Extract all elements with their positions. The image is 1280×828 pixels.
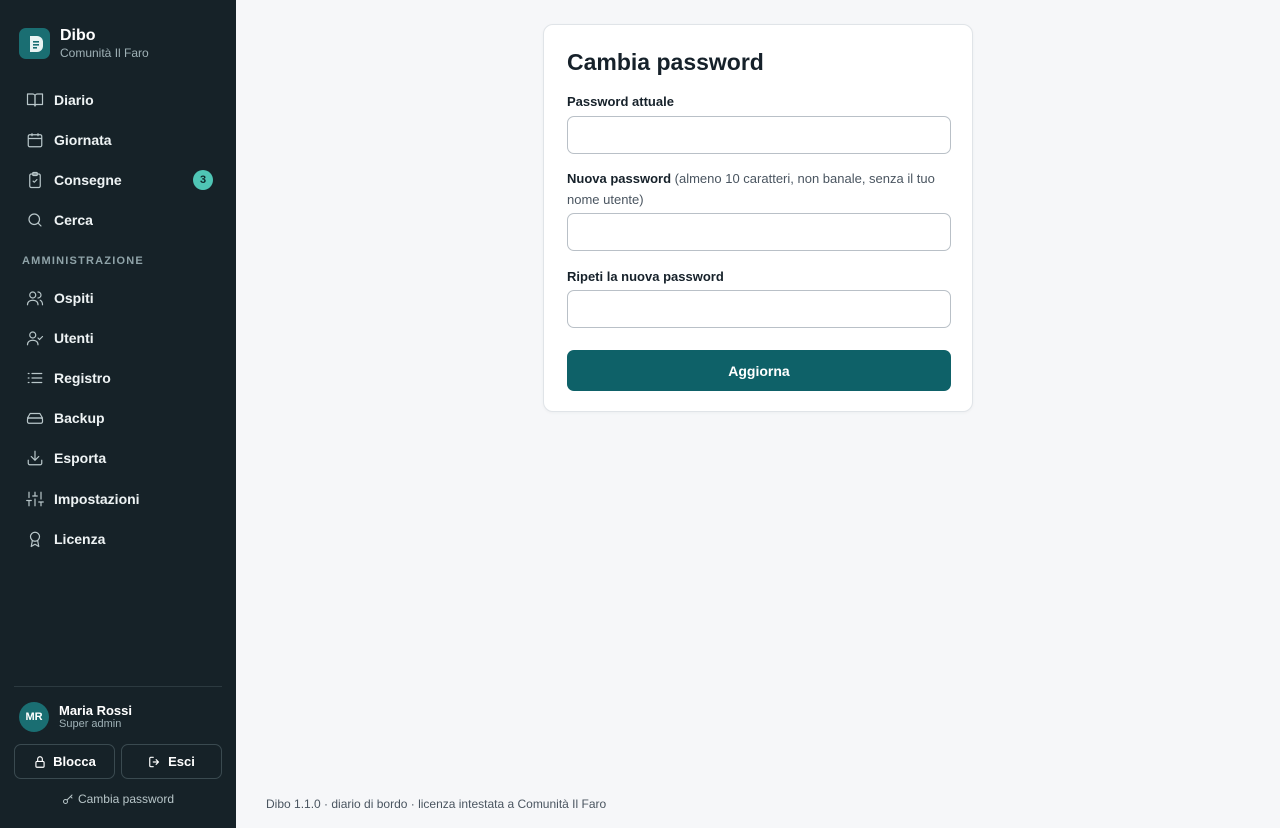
page-title: Cambia password xyxy=(567,49,764,75)
nav-item-ospiti[interactable]: Ospiti xyxy=(14,281,222,315)
footer-text: Dibo 1.1.0 · diario di bordo · licenza i… xyxy=(266,797,607,811)
nav-label: Utenti xyxy=(54,330,94,346)
download-icon xyxy=(25,448,45,468)
calendar-icon xyxy=(25,130,45,150)
nav-item-esporta[interactable]: Esporta xyxy=(14,441,222,475)
current-password-label: Password attuale xyxy=(567,91,952,112)
user-check-icon xyxy=(25,328,45,348)
current-password-field[interactable] xyxy=(567,116,951,154)
nav-label: Diario xyxy=(54,92,94,108)
new-password-label: Nuova password (almeno 10 caratteri, non… xyxy=(567,168,952,210)
search-icon xyxy=(25,210,45,230)
change-password-link[interactable]: Cambia password xyxy=(14,792,222,806)
nav-item-backup[interactable]: Backup xyxy=(14,401,222,435)
repeat-password-label-text: Ripeti la nuova password xyxy=(567,269,724,284)
new-password-field[interactable] xyxy=(567,213,951,251)
nav-item-utenti[interactable]: Utenti xyxy=(14,321,222,355)
nav-label: Consegne xyxy=(54,172,122,188)
nav-label: Registro xyxy=(54,370,111,386)
nav-item-licenza[interactable]: Licenza xyxy=(14,522,222,556)
user-name: Maria Rossi xyxy=(59,703,132,718)
section-label-admin: AMMINISTRAZIONE xyxy=(22,255,144,267)
nav-label: Giornata xyxy=(54,132,112,148)
logout-button[interactable]: Esci xyxy=(121,744,222,779)
repeat-password-field[interactable] xyxy=(567,290,951,328)
user-profile: MR Maria Rossi Super admin xyxy=(19,702,132,732)
avatar: MR xyxy=(19,702,49,732)
nav-label: Ospiti xyxy=(54,290,94,306)
sidebar-divider xyxy=(14,686,222,687)
nav-label: Cerca xyxy=(54,212,93,228)
repeat-password-label: Ripeti la nuova password xyxy=(567,266,952,287)
nav-item-impostazioni[interactable]: Impostazioni xyxy=(14,482,222,516)
sliders-icon xyxy=(25,489,45,509)
award-icon xyxy=(25,529,45,549)
update-button[interactable]: Aggiorna xyxy=(567,350,951,391)
nav-label: Licenza xyxy=(54,531,106,547)
nav-item-consegne[interactable]: Consegne 3 xyxy=(14,163,222,197)
notification-badge: 3 xyxy=(193,170,213,190)
nav-item-diario[interactable]: Diario xyxy=(14,83,222,117)
change-password-link-label: Cambia password xyxy=(77,792,175,806)
new-password-label-text: Nuova password xyxy=(567,171,672,186)
nav-label: Impostazioni xyxy=(54,491,140,507)
logout-icon xyxy=(148,755,162,769)
brand-name: Dibo xyxy=(60,27,96,44)
change-password-card: Cambia password Password attuale Nuova p… xyxy=(543,24,973,412)
user-role: Super admin xyxy=(59,718,122,730)
nav-label: Backup xyxy=(54,410,105,426)
logout-button-label: Esci xyxy=(168,754,195,769)
hard-drive-icon xyxy=(25,408,45,428)
book-icon xyxy=(25,90,45,110)
lock-button-label: Blocca xyxy=(53,754,96,769)
list-icon xyxy=(25,368,45,388)
nav-item-registro[interactable]: Registro xyxy=(14,361,222,395)
brand-subtitle: Comunità Il Faro xyxy=(60,46,149,60)
nav-label: Esporta xyxy=(54,450,107,466)
current-password-label-text: Password attuale xyxy=(567,94,674,109)
app-logo-icon xyxy=(19,28,50,59)
nav-item-giornata[interactable]: Giornata xyxy=(14,123,222,157)
users-icon xyxy=(25,288,45,308)
lock-icon xyxy=(33,755,47,769)
lock-button[interactable]: Blocca xyxy=(14,744,115,779)
clipboard-check-icon xyxy=(25,170,45,190)
brand[interactable]: Dibo Comunità Il Faro xyxy=(19,27,149,60)
sidebar: Dibo Comunità Il Faro Diario Giornata Co… xyxy=(0,0,236,828)
key-icon xyxy=(62,793,74,805)
nav-item-cerca[interactable]: Cerca xyxy=(14,203,222,237)
